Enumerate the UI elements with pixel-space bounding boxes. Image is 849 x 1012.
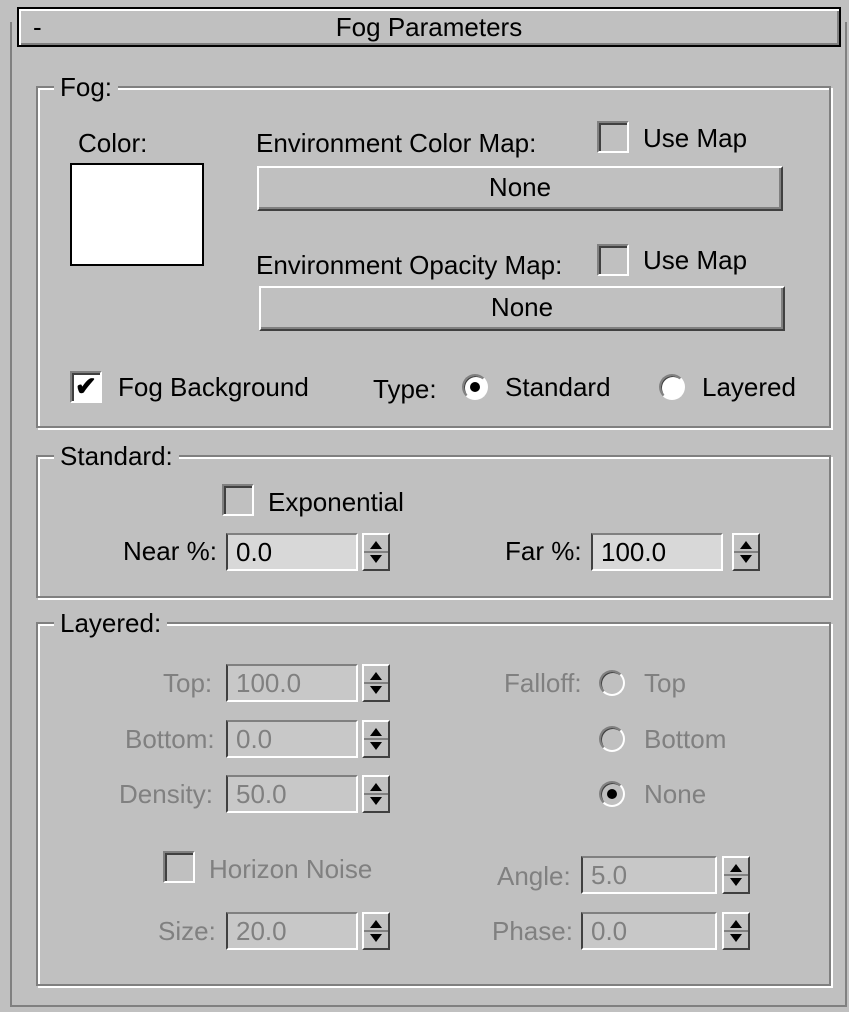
near-spinner[interactable] xyxy=(362,533,390,571)
spinner-divider xyxy=(364,738,388,740)
near-label: Near %: xyxy=(123,536,217,566)
standard-group xyxy=(36,455,831,598)
spinner-up-icon xyxy=(740,541,752,549)
fog-background-checkbox[interactable]: ✔ xyxy=(70,371,102,403)
exponential-label[interactable]: Exponential xyxy=(268,486,404,518)
density-label: Density: xyxy=(119,779,213,809)
far-input[interactable]: 100.0 xyxy=(591,533,723,571)
spinner-divider xyxy=(364,793,388,795)
spinner-down-icon xyxy=(370,797,382,805)
spinner-up-icon xyxy=(730,920,742,928)
rollout-header[interactable]: - Fog Parameters xyxy=(17,7,841,47)
env-opacity-use-map-checkbox[interactable] xyxy=(597,244,629,276)
phase-spinner[interactable] xyxy=(722,912,750,950)
spinner-divider xyxy=(364,930,388,932)
falloff-bottom-label[interactable]: Bottom xyxy=(644,723,726,755)
spinner-down-icon xyxy=(370,934,382,942)
layered-group-title: Layered: xyxy=(54,608,168,638)
far-spinner[interactable] xyxy=(732,533,760,571)
color-label: Color: xyxy=(78,128,148,158)
angle-input[interactable]: 5.0 xyxy=(581,856,717,894)
spinner-up-icon xyxy=(730,864,742,872)
env-color-map-button[interactable]: None xyxy=(257,166,783,211)
falloff-top-radio[interactable] xyxy=(599,670,625,696)
radio-selected-dot-icon xyxy=(607,789,617,799)
env-color-use-map-label[interactable]: Use Map xyxy=(643,122,747,154)
type-standard-label[interactable]: Standard xyxy=(505,371,611,403)
falloff-bottom-radio[interactable] xyxy=(599,726,625,752)
bottom-label: Bottom: xyxy=(125,724,215,754)
spinner-up-icon xyxy=(370,728,382,736)
spinner-up-icon xyxy=(370,541,382,549)
type-layered-label[interactable]: Layered xyxy=(702,371,796,403)
env-color-map-label: Environment Color Map: xyxy=(256,128,537,158)
falloff-label: Falloff: xyxy=(504,668,582,698)
falloff-none-radio[interactable] xyxy=(599,781,625,807)
spinner-divider xyxy=(734,551,758,553)
phase-label: Phase: xyxy=(492,916,573,946)
fog-background-label[interactable]: Fog Background xyxy=(118,371,309,403)
spinner-down-icon xyxy=(740,555,752,563)
type-label: Type: xyxy=(373,374,437,404)
spinner-down-icon xyxy=(370,742,382,750)
check-mark-icon: ✔ xyxy=(75,371,97,401)
env-opacity-map-button[interactable]: None xyxy=(259,286,785,331)
spinner-down-icon xyxy=(730,878,742,886)
top-input[interactable]: 100.0 xyxy=(226,664,358,702)
env-color-use-map-checkbox[interactable] xyxy=(597,121,629,153)
bottom-spinner[interactable] xyxy=(362,720,390,758)
falloff-none-label[interactable]: None xyxy=(644,778,706,810)
spinner-up-icon xyxy=(370,672,382,680)
top-label: Top: xyxy=(163,668,213,698)
far-label: Far %: xyxy=(505,536,582,566)
spinner-up-icon xyxy=(370,920,382,928)
density-spinner[interactable] xyxy=(362,775,390,813)
size-spinner[interactable] xyxy=(362,912,390,950)
spinner-divider xyxy=(364,682,388,684)
spinner-divider xyxy=(724,874,748,876)
bottom-input[interactable]: 0.0 xyxy=(226,720,358,758)
env-opacity-use-map-label[interactable]: Use Map xyxy=(643,244,747,276)
near-input[interactable]: 0.0 xyxy=(226,533,358,571)
fog-color-swatch[interactable] xyxy=(70,163,204,266)
phase-input[interactable]: 0.0 xyxy=(581,912,717,950)
radio-selected-dot-icon xyxy=(470,382,480,392)
top-spinner[interactable] xyxy=(362,664,390,702)
spinner-down-icon xyxy=(370,555,382,563)
type-layered-radio[interactable] xyxy=(659,374,685,400)
horizon-noise-checkbox[interactable] xyxy=(163,851,195,883)
standard-group-title: Standard: xyxy=(54,441,179,471)
rollout-title[interactable]: Fog Parameters xyxy=(19,11,839,43)
spinner-down-icon xyxy=(370,686,382,694)
spinner-divider xyxy=(724,930,748,932)
size-input[interactable]: 20.0 xyxy=(226,912,358,950)
density-input[interactable]: 50.0 xyxy=(226,775,358,813)
env-opacity-map-label: Environment Opacity Map: xyxy=(256,250,563,280)
exponential-checkbox[interactable] xyxy=(222,484,254,516)
fog-group-title: Fog: xyxy=(54,72,119,102)
spinner-up-icon xyxy=(370,783,382,791)
spinner-down-icon xyxy=(730,934,742,942)
falloff-top-label[interactable]: Top xyxy=(644,667,686,699)
horizon-noise-label[interactable]: Horizon Noise xyxy=(209,853,372,885)
size-label: Size: xyxy=(158,916,216,946)
angle-label: Angle: xyxy=(497,861,571,891)
angle-spinner[interactable] xyxy=(722,856,750,894)
spinner-divider xyxy=(364,551,388,553)
type-standard-radio[interactable] xyxy=(462,374,488,400)
